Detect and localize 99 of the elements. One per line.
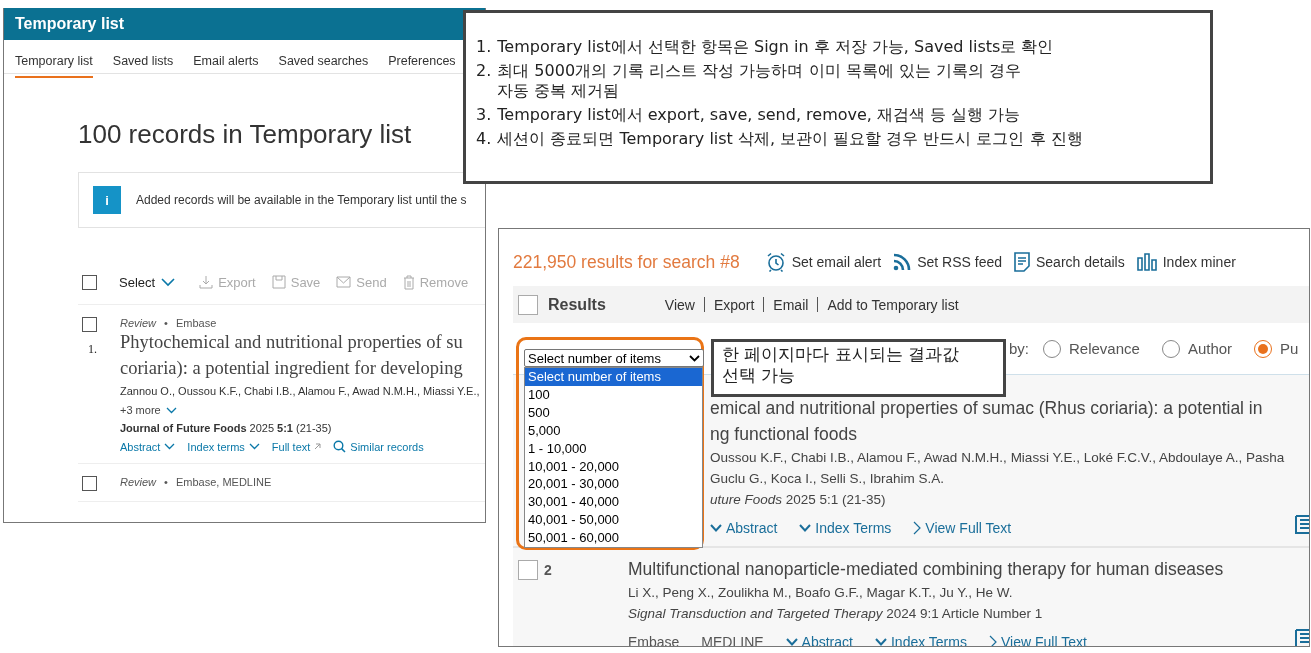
- dropdown-option[interactable]: 100: [525, 385, 702, 404]
- dropdown-option[interactable]: 50,001 - 60,000: [525, 529, 702, 548]
- items-per-page-select[interactable]: Select number of items: [524, 349, 704, 367]
- results-action[interactable]: View: [664, 296, 695, 313]
- dropdown-option[interactable]: 20,001 - 30,000: [525, 475, 702, 494]
- document-icon[interactable]: [1295, 514, 1309, 534]
- chevron-right-icon: [913, 521, 922, 535]
- list-number: 2.: [476, 60, 492, 82]
- result-title[interactable]: Multifunctional nanoparticle-mediated combining therapy for human diseases: [628, 556, 1309, 582]
- record-source: Embase: [175, 317, 217, 329]
- toolbar-link[interactable]: Set email alert: [765, 252, 882, 272]
- results-action[interactable]: Add to Temporary list: [827, 296, 959, 313]
- sort-option[interactable]: Pu: [1254, 339, 1299, 358]
- result-link[interactable]: Abstract: [710, 520, 778, 536]
- result-citation: Signal Transduction and Targeted Therapy 2024 9:1 Article Number 1: [628, 605, 1044, 623]
- annotation-note: Temporary list에서 export, save, send, remove, 재검색 등 실행 가능: [497, 104, 1021, 126]
- record-authors: Zannou O., Oussou K.F., Chabi I.B., Alamou F., Awad N.M.H., Miassi Y.E.,: [120, 385, 481, 397]
- record-citation: Journal of Future Foods 2025 5:1 (21-35): [120, 422, 333, 434]
- chevron-down-icon: [799, 524, 812, 532]
- sort-option[interactable]: Author: [1161, 339, 1233, 358]
- tab[interactable]: Temporary list: [15, 54, 93, 78]
- record-link[interactable]: Similar records: [333, 440, 424, 453]
- record-link[interactable]: Index terms: [187, 440, 260, 453]
- tab[interactable]: Saved lists: [112, 54, 174, 76]
- info-icon: i: [93, 186, 121, 214]
- record-link[interactable]: Abstract: [120, 440, 176, 453]
- bullet-separator: •: [164, 476, 168, 488]
- dropdown-option[interactable]: 5,000: [525, 421, 702, 440]
- record-type: Review: [120, 476, 157, 488]
- chevron-down-icon: [161, 277, 176, 287]
- sort-label: by:: [1009, 340, 1029, 357]
- result-authors: Li X., Peng X., Zoulikha M., Boafo G.F., Magar K.T., Ju Y., He W.: [628, 584, 1014, 602]
- results-action[interactable]: Export: [713, 296, 755, 313]
- alarm-clock-icon: [765, 252, 786, 272]
- document-icon: [1014, 252, 1030, 272]
- external-link-icon: [314, 443, 322, 450]
- checkbox[interactable]: [82, 476, 97, 491]
- tab[interactable]: Preferences: [388, 54, 456, 76]
- toolbar-link[interactable]: Search details: [1014, 252, 1125, 272]
- select-dropdown[interactable]: Select: [119, 274, 176, 290]
- record-type: Review: [120, 317, 157, 329]
- result-authors: Guclu G., Koca I., Selli S., Ibrahim S.A.: [710, 470, 946, 488]
- page-heading: 100 records in Temporary list: [78, 119, 412, 150]
- search-icon: [333, 440, 347, 453]
- checkbox[interactable]: [518, 560, 538, 580]
- tab[interactable]: Email alerts: [193, 54, 259, 76]
- list-number: 4.: [476, 128, 492, 150]
- download-icon: [199, 275, 214, 289]
- dropdown-option[interactable]: 500: [525, 403, 702, 422]
- page-title: Temporary list: [15, 15, 125, 33]
- list-number: 1.: [476, 36, 492, 58]
- result-title[interactable]: emical and nutritional properties of sumac (Rhus coriaria): a potential in: [710, 395, 1309, 421]
- record-title[interactable]: Phytochemical and nutritional properties of su: [120, 329, 485, 355]
- trash-icon: [402, 274, 415, 290]
- dropdown-option[interactable]: Select number of items: [525, 368, 702, 386]
- record-title[interactable]: coriaria): a potential ingredient for developing: [120, 355, 485, 381]
- list-number: 3.: [476, 104, 492, 126]
- results-action[interactable]: Email: [773, 296, 809, 313]
- annotation-note: 한 페이지마다 표시되는 결과값 선택 가능: [722, 343, 961, 387]
- chevron-down-icon: [248, 443, 260, 450]
- annotation-note: Temporary list에서 선택한 항목은 Sign in 후 저장 가능, Saved lists로 확인: [497, 36, 1054, 58]
- checkbox[interactable]: [518, 294, 538, 315]
- annotation-note: 세션이 종료되면 Temporary list 삭제, 보관이 필요할 경우 반드시 로그인 후 진행: [497, 128, 1083, 150]
- checkbox[interactable]: [82, 317, 97, 332]
- dropdown-option[interactable]: 1 - 10,000: [525, 439, 702, 458]
- chevron-down-icon: [689, 354, 700, 362]
- result-link[interactable]: Index Terms: [799, 520, 892, 536]
- sort-option[interactable]: Relevance: [1043, 339, 1140, 358]
- envelope-icon: [336, 276, 352, 288]
- dropdown-option[interactable]: 40,001 - 50,000: [525, 511, 702, 530]
- result-citation: uture Foods 2025 5:1 (21-35): [710, 491, 887, 509]
- result-number: 2: [544, 561, 552, 578]
- chevron-down-icon: [165, 406, 177, 414]
- chevron-down-icon: [164, 443, 176, 450]
- bar-chart-icon: [1136, 253, 1157, 271]
- record-number: 1.: [88, 342, 98, 357]
- document-icon[interactable]: [1295, 628, 1309, 646]
- dropdown-option[interactable]: 10,001 - 20,000: [525, 457, 702, 476]
- result-link[interactable]: View Full Text: [913, 520, 1012, 536]
- dropdown-option[interactable]: 30,001 - 40,000: [525, 493, 702, 512]
- annotation-note: 최대 5000개의 기록 리스트 작성 가능하며 이미 목록에 있는 기록의 경우 자동 중복 제거됨: [497, 60, 1021, 102]
- result-authors: Oussou K.F., Chabi I.B., Alamou F., Awad N.M.H., Miassi Y.E., Loké F.C.V., Abdoulaye A., Pasha: [710, 449, 1286, 467]
- chevron-down-icon: [785, 638, 798, 646]
- record-source: Embase, MEDLINE: [175, 476, 272, 488]
- rss-icon: [893, 253, 912, 271]
- checkbox[interactable]: [82, 274, 97, 290]
- info-text: Added records will be available in the Temporary list until the s: [136, 193, 467, 207]
- results-count: 221,950 results for search #8: [513, 251, 740, 273]
- record-link[interactable]: Full text: [271, 440, 322, 453]
- toolbar-link[interactable]: Index miner: [1136, 253, 1236, 271]
- results-label: Results: [548, 295, 606, 314]
- tab[interactable]: Saved searches: [278, 54, 369, 76]
- chevron-down-icon: [874, 638, 887, 646]
- bullet-separator: •: [164, 317, 168, 329]
- chevron-right-icon: [988, 635, 997, 646]
- toolbar-link[interactable]: Set RSS feed: [893, 253, 1002, 271]
- more-authors-toggle[interactable]: +3 more: [120, 404, 177, 416]
- chevron-down-icon: [710, 524, 722, 532]
- result-title[interactable]: ng functional foods: [710, 421, 1309, 447]
